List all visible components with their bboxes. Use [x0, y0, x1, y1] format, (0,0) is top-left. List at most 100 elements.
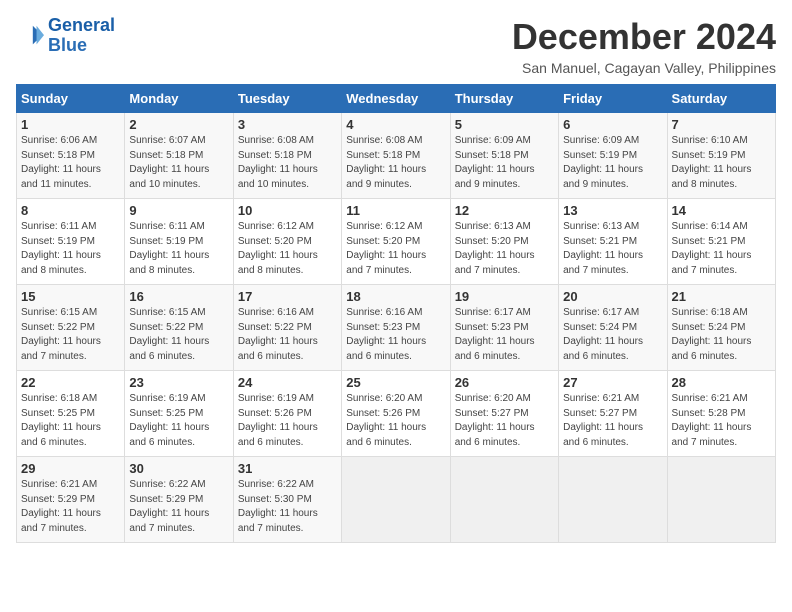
- day-info: Sunrise: 6:10 AM Sunset: 5:19 PM Dayligh…: [672, 134, 771, 192]
- day-info: Sunrise: 6:20 AM Sunset: 5:26 PM Dayligh…: [346, 392, 445, 450]
- calendar-cell: 14Sunrise: 6:14 AM Sunset: 5:21 PM Dayli…: [667, 199, 775, 285]
- day-number: 12: [455, 203, 554, 218]
- day-number: 5: [455, 117, 554, 132]
- header-wednesday: Wednesday: [342, 85, 450, 113]
- calendar-cell: 9 Sunrise: 6:11 AM Sunset: 5:19 PM Daylig…: [125, 199, 233, 285]
- day-info: Sunrise: 6:22 AM Sunset: 5:29 PM Dayligh…: [129, 478, 228, 536]
- day-number: 3: [238, 117, 337, 132]
- calendar-cell: 1 Sunrise: 6:06 AM Sunset: 5:18 PM Daylig…: [17, 113, 125, 199]
- calendar-cell: 17 Sunrise: 6:16 AM Sunset: 5:22 PM Dayli…: [233, 285, 341, 371]
- calendar-cell: 30 Sunrise: 6:22 AM Sunset: 5:29 PM Dayli…: [125, 457, 233, 543]
- calendar-title: December 2024: [512, 16, 776, 58]
- day-number: 16: [129, 289, 228, 304]
- day-info: Sunrise: 6:07 AM Sunset: 5:18 PM Dayligh…: [129, 134, 228, 192]
- calendar-cell: 28 Sunrise: 6:21 AM Sunset: 5:28 PM Dayli…: [667, 371, 775, 457]
- day-number: 30: [129, 461, 228, 476]
- day-number: 23: [129, 375, 228, 390]
- day-info: Sunrise: 6:18 AM Sunset: 5:24 PM Dayligh…: [672, 306, 771, 364]
- day-info: Sunrise: 6:19 AM Sunset: 5:26 PM Dayligh…: [238, 392, 337, 450]
- calendar-subtitle: San Manuel, Cagayan Valley, Philippines: [512, 60, 776, 76]
- calendar-cell: 27 Sunrise: 6:21 AM Sunset: 5:27 PM Dayli…: [559, 371, 667, 457]
- day-number: 21: [672, 289, 771, 304]
- day-number: 31: [238, 461, 337, 476]
- calendar-cell: 3 Sunrise: 6:08 AM Sunset: 5:18 PM Daylig…: [233, 113, 341, 199]
- day-number: 1: [21, 117, 120, 132]
- calendar-cell: [450, 457, 558, 543]
- day-number: 4: [346, 117, 445, 132]
- week-row-2: 15 Sunrise: 6:15 AM Sunset: 5:22 PM Dayli…: [17, 285, 776, 371]
- logo: General Blue: [16, 16, 115, 56]
- day-number: 25: [346, 375, 445, 390]
- day-number: 18: [346, 289, 445, 304]
- day-info: Sunrise: 6:15 AM Sunset: 5:22 PM Dayligh…: [21, 306, 120, 364]
- day-info: Sunrise: 6:18 AM Sunset: 5:25 PM Dayligh…: [21, 392, 120, 450]
- day-info: Sunrise: 6:06 AM Sunset: 5:18 PM Dayligh…: [21, 134, 120, 192]
- calendar-cell: 24Sunrise: 6:19 AM Sunset: 5:26 PM Dayli…: [233, 371, 341, 457]
- calendar-cell: 23 Sunrise: 6:19 AM Sunset: 5:25 PM Dayli…: [125, 371, 233, 457]
- header-saturday: Saturday: [667, 85, 775, 113]
- calendar-cell: 29Sunrise: 6:21 AM Sunset: 5:29 PM Dayli…: [17, 457, 125, 543]
- day-info: Sunrise: 6:13 AM Sunset: 5:20 PM Dayligh…: [455, 220, 554, 278]
- day-number: 19: [455, 289, 554, 304]
- calendar-cell: 15 Sunrise: 6:15 AM Sunset: 5:22 PM Dayli…: [17, 285, 125, 371]
- day-number: 9: [129, 203, 228, 218]
- day-number: 27: [563, 375, 662, 390]
- day-info: Sunrise: 6:09 AM Sunset: 5:18 PM Dayligh…: [455, 134, 554, 192]
- header-tuesday: Tuesday: [233, 85, 341, 113]
- calendar-cell: [342, 457, 450, 543]
- calendar-cell: 19 Sunrise: 6:17 AM Sunset: 5:23 PM Dayli…: [450, 285, 558, 371]
- logo-line2: Blue: [48, 35, 87, 55]
- logo-icon: [16, 22, 44, 50]
- day-info: Sunrise: 6:21 AM Sunset: 5:27 PM Dayligh…: [563, 392, 662, 450]
- calendar-cell: 18 Sunrise: 6:16 AM Sunset: 5:23 PM Dayli…: [342, 285, 450, 371]
- day-number: 20: [563, 289, 662, 304]
- day-number: 10: [238, 203, 337, 218]
- day-info: Sunrise: 6:16 AM Sunset: 5:22 PM Dayligh…: [238, 306, 337, 364]
- day-info: Sunrise: 6:12 AM Sunset: 5:20 PM Dayligh…: [346, 220, 445, 278]
- calendar-cell: 31 Sunrise: 6:22 AM Sunset: 5:30 PM Dayli…: [233, 457, 341, 543]
- day-info: Sunrise: 6:22 AM Sunset: 5:30 PM Dayligh…: [238, 478, 337, 536]
- week-row-0: 1 Sunrise: 6:06 AM Sunset: 5:18 PM Daylig…: [17, 113, 776, 199]
- day-info: Sunrise: 6:21 AM Sunset: 5:28 PM Dayligh…: [672, 392, 771, 450]
- day-info: Sunrise: 6:19 AM Sunset: 5:25 PM Dayligh…: [129, 392, 228, 450]
- day-info: Sunrise: 6:08 AM Sunset: 5:18 PM Dayligh…: [346, 134, 445, 192]
- day-info: Sunrise: 6:13 AM Sunset: 5:21 PM Dayligh…: [563, 220, 662, 278]
- calendar-cell: 7 Sunrise: 6:10 AM Sunset: 5:19 PM Daylig…: [667, 113, 775, 199]
- calendar-cell: [667, 457, 775, 543]
- day-info: Sunrise: 6:16 AM Sunset: 5:23 PM Dayligh…: [346, 306, 445, 364]
- day-info: Sunrise: 6:17 AM Sunset: 5:23 PM Dayligh…: [455, 306, 554, 364]
- calendar-cell: 25 Sunrise: 6:20 AM Sunset: 5:26 PM Dayli…: [342, 371, 450, 457]
- day-number: 29: [21, 461, 120, 476]
- day-number: 17: [238, 289, 337, 304]
- week-row-1: 8 Sunrise: 6:11 AM Sunset: 5:19 PM Daylig…: [17, 199, 776, 285]
- day-info: Sunrise: 6:08 AM Sunset: 5:18 PM Dayligh…: [238, 134, 337, 192]
- header-row: SundayMondayTuesdayWednesdayThursdayFrid…: [17, 85, 776, 113]
- day-info: Sunrise: 6:17 AM Sunset: 5:24 PM Dayligh…: [563, 306, 662, 364]
- calendar-cell: 12 Sunrise: 6:13 AM Sunset: 5:20 PM Dayli…: [450, 199, 558, 285]
- week-row-4: 29Sunrise: 6:21 AM Sunset: 5:29 PM Dayli…: [17, 457, 776, 543]
- calendar-cell: 11 Sunrise: 6:12 AM Sunset: 5:20 PM Dayli…: [342, 199, 450, 285]
- day-info: Sunrise: 6:11 AM Sunset: 5:19 PM Dayligh…: [129, 220, 228, 278]
- day-number: 13: [563, 203, 662, 218]
- day-number: 7: [672, 117, 771, 132]
- calendar-cell: 5 Sunrise: 6:09 AM Sunset: 5:18 PM Daylig…: [450, 113, 558, 199]
- day-info: Sunrise: 6:09 AM Sunset: 5:19 PM Dayligh…: [563, 134, 662, 192]
- day-info: Sunrise: 6:20 AM Sunset: 5:27 PM Dayligh…: [455, 392, 554, 450]
- calendar-table: SundayMondayTuesdayWednesdayThursdayFrid…: [16, 84, 776, 543]
- day-info: Sunrise: 6:15 AM Sunset: 5:22 PM Dayligh…: [129, 306, 228, 364]
- logo-line1: General: [48, 15, 115, 35]
- day-number: 28: [672, 375, 771, 390]
- calendar-cell: 26 Sunrise: 6:20 AM Sunset: 5:27 PM Dayli…: [450, 371, 558, 457]
- header-thursday: Thursday: [450, 85, 558, 113]
- day-number: 15: [21, 289, 120, 304]
- calendar-cell: 4 Sunrise: 6:08 AM Sunset: 5:18 PM Daylig…: [342, 113, 450, 199]
- day-number: 22: [21, 375, 120, 390]
- day-number: 11: [346, 203, 445, 218]
- day-number: 8: [21, 203, 120, 218]
- day-info: Sunrise: 6:12 AM Sunset: 5:20 PM Dayligh…: [238, 220, 337, 278]
- calendar-cell: 20 Sunrise: 6:17 AM Sunset: 5:24 PM Dayli…: [559, 285, 667, 371]
- header-sunday: Sunday: [17, 85, 125, 113]
- calendar-cell: 21 Sunrise: 6:18 AM Sunset: 5:24 PM Dayli…: [667, 285, 775, 371]
- day-number: 6: [563, 117, 662, 132]
- day-number: 26: [455, 375, 554, 390]
